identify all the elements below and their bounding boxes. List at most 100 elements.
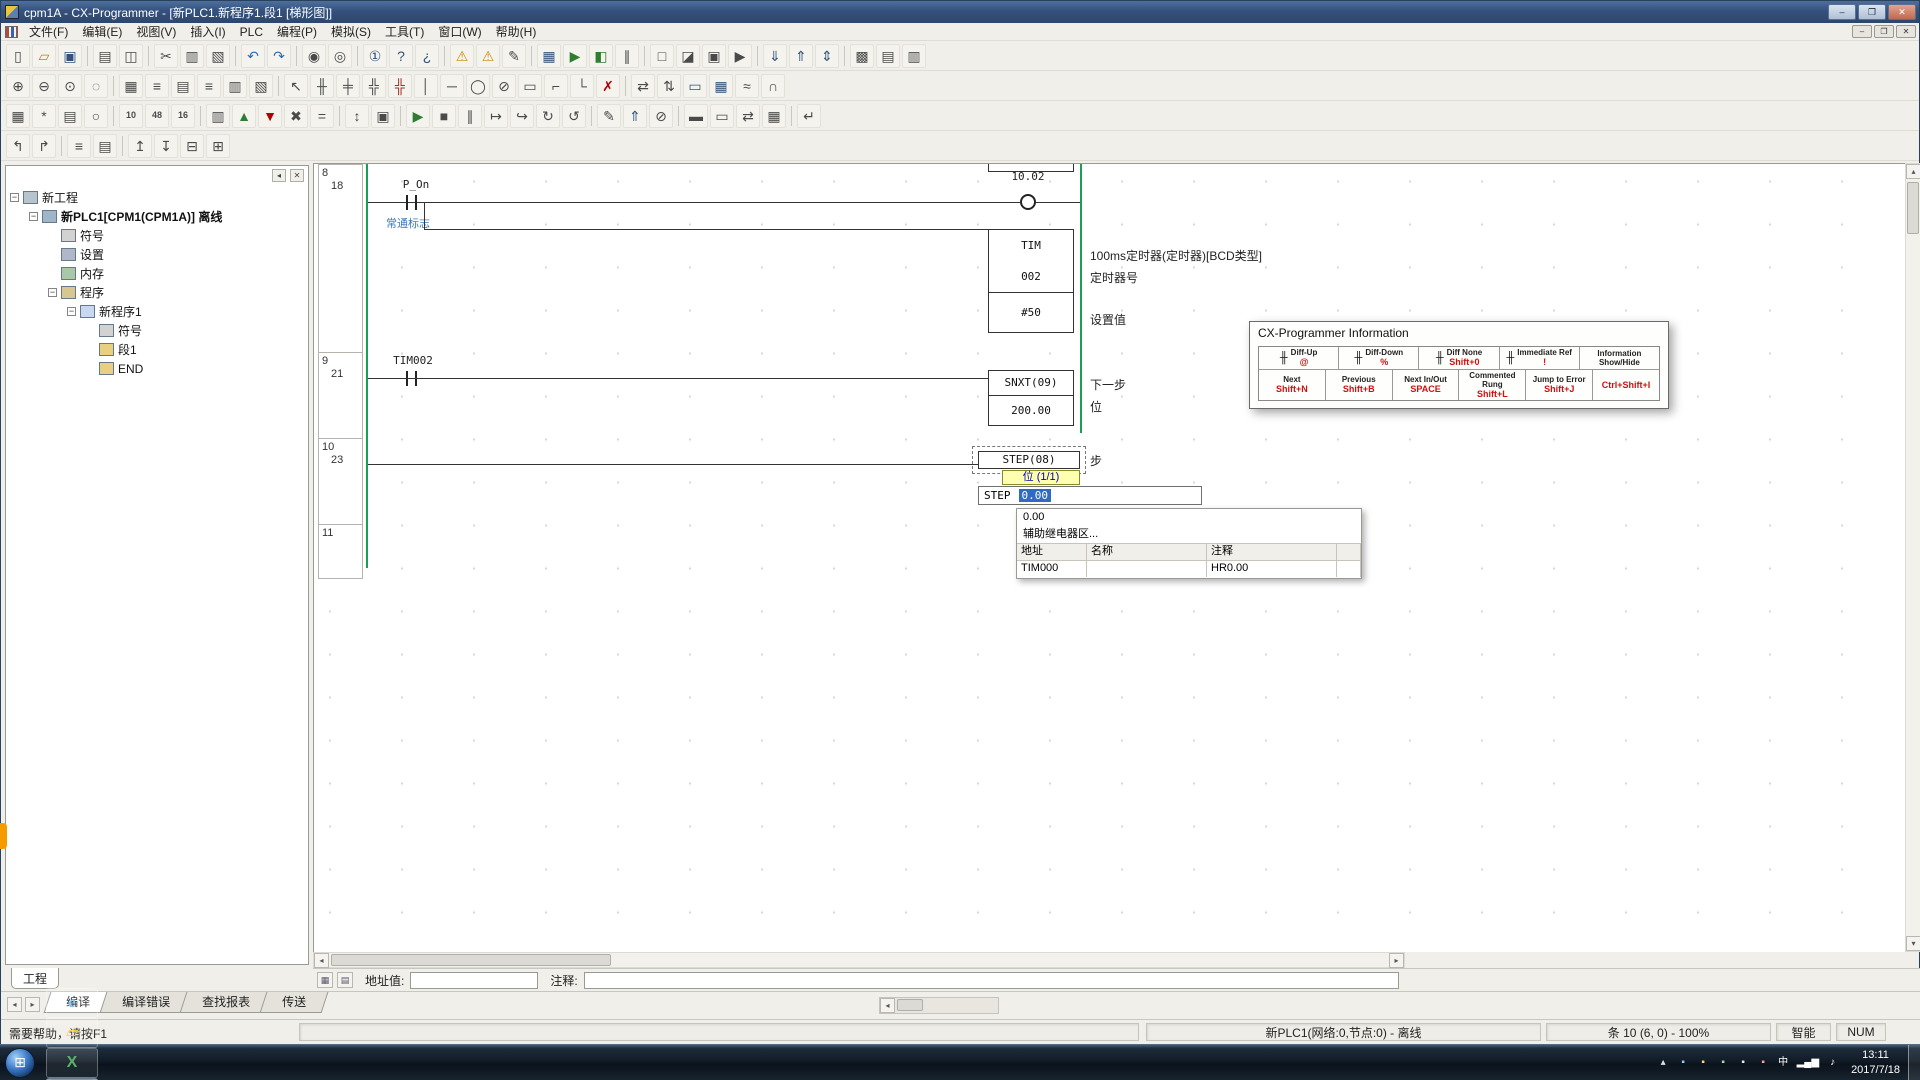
comment-grid-button[interactable]: ▤ <box>337 972 353 988</box>
insert-rung-above-button[interactable]: ↥ <box>128 134 152 158</box>
address-reference-tool-button[interactable]: ⇅ <box>657 74 681 98</box>
view-section-list-button[interactable]: ≡ <box>197 74 221 98</box>
rung-11-margin[interactable]: 11 <box>318 525 363 579</box>
operand-edit-box[interactable]: STEP 0.00 <box>978 486 1202 505</box>
output-tab-2[interactable]: 查找报表 <box>180 992 273 1013</box>
stop-button[interactable]: ■ <box>432 104 456 128</box>
redo-button[interactable]: ↷ <box>267 44 291 68</box>
child-restore-button[interactable]: ❐ <box>1874 25 1894 38</box>
find-button[interactable]: ◉ <box>302 44 326 68</box>
watch-window-2-button[interactable]: ▭ <box>710 104 734 128</box>
data-trace-button[interactable]: ≈ <box>735 74 759 98</box>
online-edit-cancel-button[interactable]: ⊘ <box>649 104 673 128</box>
display-hex-button[interactable]: 16 <box>171 104 195 128</box>
work-online-button[interactable]: ▦ <box>537 44 561 68</box>
list-view-button[interactable]: ≡ <box>67 134 91 158</box>
start-button[interactable]: ⊞ <box>5 1048 35 1078</box>
display-decimal-button[interactable]: 10 <box>119 104 143 128</box>
time-chart-button[interactable]: ∩ <box>761 74 785 98</box>
taskbar-excel[interactable]: X <box>46 1048 98 1078</box>
edit-value-selected[interactable]: 0.00 <box>1019 489 1052 502</box>
popup-current-value[interactable]: 0.00 <box>1017 509 1361 526</box>
address-value-field[interactable] <box>410 972 538 989</box>
popup-table-row[interactable]: TIM000 HR0.00 <box>1017 560 1361 577</box>
tree-item-7[interactable]: 符号 <box>6 321 308 340</box>
view-mnemonics-button[interactable]: ▥ <box>223 74 247 98</box>
compare-with-plc-button[interactable]: ⇕ <box>815 44 839 68</box>
menu-item-6[interactable]: 模拟(S) <box>324 24 378 40</box>
comment-field[interactable] <box>584 972 1399 989</box>
tray-tray-app-1[interactable]: ▪ <box>1677 1058 1690 1068</box>
select-mode-button[interactable]: ↖ <box>284 74 308 98</box>
context-help-button[interactable]: ¿ <box>415 44 439 68</box>
scroll-thumb[interactable] <box>897 999 923 1011</box>
menu-item-4[interactable]: PLC <box>233 24 270 40</box>
address-grid-button[interactable]: ▦ <box>317 972 333 988</box>
view-memory-button[interactable]: ▤ <box>58 104 82 128</box>
goto-previous-reference-button[interactable]: ↰ <box>6 134 30 158</box>
tree-expander-icon[interactable]: − <box>10 193 19 202</box>
maximize-button[interactable]: ❐ <box>1858 4 1886 20</box>
rung-10-margin[interactable]: 10 23 <box>318 439 363 525</box>
minimize-button[interactable]: – <box>1828 4 1856 20</box>
show-io-comment-button[interactable]: ▧ <box>249 74 273 98</box>
view-io-table-button[interactable]: ▦ <box>6 104 30 128</box>
scroll-left-button[interactable]: ◂ <box>880 998 895 1013</box>
print-preview-button[interactable]: ◫ <box>119 44 143 68</box>
step-button[interactable]: ↦ <box>484 104 508 128</box>
new-horizontal-line-button[interactable]: ─ <box>440 74 464 98</box>
force-on-button[interactable]: ▲ <box>232 104 256 128</box>
output-tabs-scroll-right[interactable]: ▸ <box>25 997 40 1012</box>
tree-item-4[interactable]: 内存 <box>6 264 308 283</box>
save-button[interactable]: ▣ <box>58 44 82 68</box>
rung-9-margin[interactable]: 9 21 <box>318 353 363 439</box>
scroll-thumb[interactable] <box>1907 182 1919 234</box>
copy-button[interactable]: ▥ <box>180 44 204 68</box>
play-button[interactable]: ▶ <box>406 104 430 128</box>
zoom-out-button[interactable]: ⊖ <box>32 74 56 98</box>
tree-item-1[interactable]: −新PLC1[CPM1(CPM1A)] 离线 <box>6 207 308 226</box>
program-mode-button[interactable]: □ <box>650 44 674 68</box>
display-signed-decimal-button[interactable]: 48 <box>145 104 169 128</box>
tree-item-2[interactable]: 符号 <box>6 226 308 245</box>
output-tabs-scroll-left[interactable]: ◂ <box>7 997 22 1012</box>
scroll-thumb[interactable] <box>331 954 611 966</box>
new-vertical-line-button[interactable]: │ <box>414 74 438 98</box>
tree-expander-icon[interactable]: − <box>48 288 57 297</box>
continuous-step-button[interactable]: ↻ <box>536 104 560 128</box>
new-closed-contact-button[interactable]: ╪ <box>336 74 360 98</box>
about-info-button[interactable]: ① <box>363 44 387 68</box>
tree-item-5[interactable]: −程序 <box>6 283 308 302</box>
step-instruction-block[interactable]: STEP(08) <box>978 451 1080 469</box>
monitor-mode-button[interactable]: ▣ <box>702 44 726 68</box>
go-back-button[interactable]: ↵ <box>797 104 821 128</box>
zoom-to-fit-button[interactable]: ⊙ <box>58 74 82 98</box>
column-header[interactable]: 名称 <box>1087 544 1207 560</box>
menu-item-5[interactable]: 编程(P) <box>270 24 324 40</box>
child-minimize-button[interactable]: – <box>1852 25 1872 38</box>
horizontal-scrollbar[interactable]: ◂ ▸ <box>313 952 1405 968</box>
cx-programmer-information-window[interactable]: CX-Programmer Information ╫Diff-Up@╫Diff… <box>1249 321 1669 409</box>
line-connect-button[interactable]: └ <box>570 74 594 98</box>
pause-with-trigger-button[interactable]: ▣ <box>371 104 395 128</box>
undo-button[interactable]: ↶ <box>241 44 265 68</box>
zoom-100-button[interactable]: ◌ <box>84 74 108 98</box>
scan-step-button[interactable]: ↺ <box>562 104 586 128</box>
tray-tray-app-5[interactable]: ▪ <box>1757 1058 1770 1068</box>
menu-item-7[interactable]: 工具(T) <box>378 24 431 40</box>
output-tab-3[interactable]: 传送 <box>260 992 329 1013</box>
delete-rung-button[interactable]: ⊟ <box>180 134 204 158</box>
column-header[interactable]: 地址 <box>1017 544 1087 560</box>
tree-item-8[interactable]: 段1 <box>6 340 308 359</box>
transfer-to-plc-button[interactable]: ⇓ <box>763 44 787 68</box>
new-button[interactable]: ▯ <box>6 44 30 68</box>
work-online-simulator-button[interactable]: ▶ <box>563 44 587 68</box>
menu-item-3[interactable]: 插入(I) <box>183 24 232 40</box>
menu-item-2[interactable]: 视图(V) <box>129 24 183 40</box>
panel-pin-button[interactable]: ◂ <box>272 169 286 182</box>
zoom-in-button[interactable]: ⊕ <box>6 74 30 98</box>
tree-item-0[interactable]: −新工程 <box>6 188 308 207</box>
rung-8-margin[interactable]: 8 18 <box>318 164 363 353</box>
show-desktop-button[interactable] <box>1908 1045 1920 1080</box>
snxt-instruction-block[interactable]: SNXT(09) 200.00 <box>988 370 1074 426</box>
